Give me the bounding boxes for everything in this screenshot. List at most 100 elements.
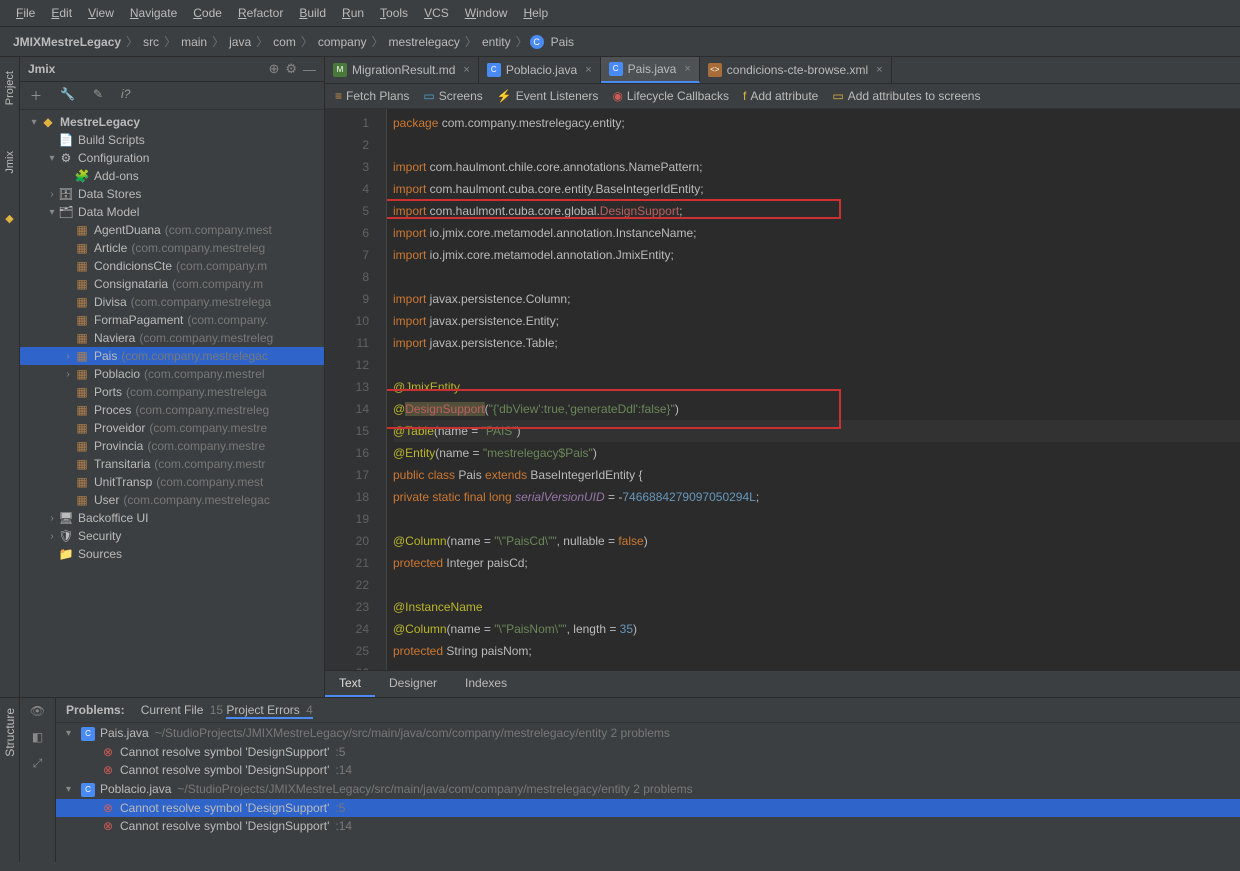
structure-tab[interactable]: Structure bbox=[1, 704, 19, 761]
tree-node-ports[interactable]: ▦Ports(com.company.mestrelega bbox=[20, 383, 324, 401]
jmix-plugin-icon: ◆ bbox=[5, 212, 13, 225]
breadcrumb-java[interactable]: java bbox=[226, 35, 254, 49]
tree-node-security[interactable]: ›🛡Security bbox=[20, 527, 324, 545]
filter-icon[interactable]: ◧ bbox=[32, 730, 43, 744]
problems-title: Problems: bbox=[66, 703, 125, 717]
tree-node-backoffice-ui[interactable]: ›🖥Backoffice UI bbox=[20, 509, 324, 527]
problem-file-row[interactable]: ▾CPoblacio.java~/StudioProjects/JMIXMest… bbox=[56, 779, 1240, 799]
menu-build[interactable]: Build bbox=[291, 3, 334, 23]
tree-node-naviera[interactable]: ▦Naviera(com.company.mestreleg bbox=[20, 329, 324, 347]
breadcrumb-main[interactable]: main bbox=[178, 35, 210, 49]
toolbar-event-listeners[interactable]: ⚡Event Listeners bbox=[497, 89, 599, 103]
jmix-panel-title: Jmix bbox=[28, 62, 262, 76]
tree-node-agentduana[interactable]: ▦AgentDuana(com.company.mest bbox=[20, 221, 324, 239]
tree-node-provincia[interactable]: ▦Provincia(com.company.mestre bbox=[20, 437, 324, 455]
problems-tab-current-file[interactable]: Current File 15 bbox=[141, 703, 223, 717]
editor-btab-text[interactable]: Text bbox=[325, 671, 375, 697]
tab-condicions-cte-browse-xml[interactable]: <>condicions-cte-browse.xml× bbox=[700, 57, 892, 83]
tree-node-formapagament[interactable]: ▦FormaPagament(com.company. bbox=[20, 311, 324, 329]
left-toolwindow-bar: Project Jmix ◆ bbox=[0, 57, 20, 697]
breadcrumb-mestrelegacy[interactable]: mestrelegacy bbox=[386, 35, 463, 49]
tree-node-build-scripts[interactable]: 📄Build Scripts bbox=[20, 131, 324, 149]
settings-icon[interactable]: ⚙ bbox=[285, 61, 297, 77]
toolbar-add-attributes-to-screens[interactable]: ▭Add attributes to screens bbox=[832, 89, 980, 103]
problem-error-row[interactable]: ⊗Cannot resolve symbol 'DesignSupport':5 bbox=[56, 799, 1240, 817]
menu-code[interactable]: Code bbox=[185, 3, 230, 23]
editor-btab-designer[interactable]: Designer bbox=[375, 671, 451, 697]
menu-vcs[interactable]: VCS bbox=[416, 3, 457, 23]
menu-window[interactable]: Window bbox=[457, 3, 516, 23]
breadcrumb-company[interactable]: company bbox=[315, 35, 370, 49]
expand-icon[interactable]: ⤢ bbox=[33, 756, 43, 771]
tab-migrationresult-md[interactable]: MMigrationResult.md× bbox=[325, 57, 479, 83]
jmix-toolbar: ＋ 🔧 ✎ i? bbox=[20, 82, 324, 110]
menu-refactor[interactable]: Refactor bbox=[230, 3, 291, 23]
tree-node-user[interactable]: ▦User(com.company.mestrelegac bbox=[20, 491, 324, 509]
problem-error-row[interactable]: ⊗Cannot resolve symbol 'DesignSupport':1… bbox=[56, 761, 1240, 779]
tree-node-transitaria[interactable]: ▦Transitaria(com.company.mestr bbox=[20, 455, 324, 473]
toolbar-add-attribute[interactable]: fAdd attribute bbox=[743, 89, 818, 103]
tab-poblacio-java[interactable]: CPoblacio.java× bbox=[479, 57, 601, 83]
tree-node-data-model[interactable]: ▾🗂Data Model bbox=[20, 203, 324, 221]
menu-view[interactable]: View bbox=[80, 3, 122, 23]
tree-node-proveidor[interactable]: ▦Proveidor(com.company.mestre bbox=[20, 419, 324, 437]
tree-node-poblacio[interactable]: ›▦Poblacio(com.company.mestrel bbox=[20, 365, 324, 383]
jmix-tree[interactable]: ▾◆ MestreLegacy 📄Build Scripts▾⚙Configur… bbox=[20, 110, 324, 697]
problems-toolbar: 👁 ◧ ⤢ bbox=[20, 698, 56, 862]
editor-area: MMigrationResult.md×CPoblacio.java×CPais… bbox=[325, 57, 1240, 697]
problem-error-row[interactable]: ⊗Cannot resolve symbol 'DesignSupport':5 bbox=[56, 743, 1240, 761]
problems-panel: Structure 👁 ◧ ⤢ Problems: Current File 1… bbox=[0, 697, 1240, 862]
breadcrumb-jmixmestrelegacy[interactable]: JMIXMestreLegacy bbox=[10, 35, 124, 49]
toolbar-fetch-plans[interactable]: ≡Fetch Plans bbox=[335, 89, 409, 103]
project-tab[interactable]: Project bbox=[2, 63, 18, 113]
fold-gutter[interactable] bbox=[373, 109, 387, 670]
help-icon[interactable]: i? bbox=[121, 87, 130, 104]
breadcrumb-pais[interactable]: Pais bbox=[548, 35, 577, 49]
wrench-icon[interactable]: 🔧 bbox=[60, 87, 75, 104]
editor-bottom-tabs: TextDesignerIndexes bbox=[325, 670, 1240, 697]
tree-root[interactable]: ▾◆ MestreLegacy bbox=[20, 113, 324, 131]
problems-tree[interactable]: ▾CPais.java~/StudioProjects/JMIXMestreLe… bbox=[56, 723, 1240, 862]
breadcrumb-com[interactable]: com bbox=[270, 35, 299, 49]
tree-node-pais[interactable]: ›▦Pais(com.company.mestrelegac bbox=[20, 347, 324, 365]
tab-pais-java[interactable]: CPais.java× bbox=[601, 57, 700, 83]
editor-btab-indexes[interactable]: Indexes bbox=[451, 671, 521, 697]
toolbar-screens[interactable]: ▭Screens bbox=[423, 89, 482, 103]
menu-run[interactable]: Run bbox=[334, 3, 372, 23]
close-icon[interactable]: × bbox=[876, 64, 882, 76]
gutter[interactable]: 1234567891011121314151617181920212223242… bbox=[325, 109, 373, 670]
tree-node-condicionscte[interactable]: ▦CondicionsCte(com.company.m bbox=[20, 257, 324, 275]
tree-node-proces[interactable]: ▦Proces(com.company.mestreleg bbox=[20, 401, 324, 419]
problem-file-row[interactable]: ▾CPais.java~/StudioProjects/JMIXMestreLe… bbox=[56, 723, 1240, 743]
magic-icon[interactable]: ✎ bbox=[93, 87, 103, 104]
hide-icon[interactable]: — bbox=[303, 62, 316, 77]
tree-node-divisa[interactable]: ▦Divisa(com.company.mestrelega bbox=[20, 293, 324, 311]
jmix-tab[interactable]: Jmix bbox=[2, 143, 18, 182]
breadcrumb-entity[interactable]: entity bbox=[479, 35, 514, 49]
tree-node-add-ons[interactable]: 🧩Add-ons bbox=[20, 167, 324, 185]
tree-node-article[interactable]: ▦Article(com.company.mestreleg bbox=[20, 239, 324, 257]
menu-file[interactable]: File bbox=[8, 3, 43, 23]
view-icon[interactable]: 👁 bbox=[30, 704, 45, 718]
jmix-editor-toolbar: ≡Fetch Plans ▭Screens ⚡Event Listeners ◉Lif… bbox=[325, 84, 1240, 109]
code-editor[interactable]: package com.company.mestrelegacy.entity;… bbox=[387, 109, 1240, 670]
breadcrumb-src[interactable]: src bbox=[140, 35, 162, 49]
problem-error-row[interactable]: ⊗Cannot resolve symbol 'DesignSupport':1… bbox=[56, 817, 1240, 835]
tree-node-data-stores[interactable]: ›🗄Data Stores bbox=[20, 185, 324, 203]
tree-node-consignataria[interactable]: ▦Consignataria(com.company.m bbox=[20, 275, 324, 293]
locate-icon[interactable]: ⊕ bbox=[268, 61, 279, 77]
close-icon[interactable]: × bbox=[684, 63, 690, 75]
jmix-panel: Jmix ⊕ ⚙ — ＋ 🔧 ✎ i? ▾◆ MestreLegacy 📄Bui… bbox=[20, 57, 325, 697]
menu-edit[interactable]: Edit bbox=[43, 3, 80, 23]
tree-node-unittransp[interactable]: ▦UnitTransp(com.company.mest bbox=[20, 473, 324, 491]
close-icon[interactable]: × bbox=[585, 64, 591, 76]
new-icon[interactable]: ＋ bbox=[30, 87, 42, 104]
menu-navigate[interactable]: Navigate bbox=[122, 3, 185, 23]
close-icon[interactable]: × bbox=[463, 64, 469, 76]
menu-help[interactable]: Help bbox=[515, 3, 556, 23]
tree-node-sources[interactable]: 📁Sources bbox=[20, 545, 324, 563]
toolbar-lifecycle-callbacks[interactable]: ◉Lifecycle Callbacks bbox=[612, 89, 729, 103]
problems-tab-project-errors[interactable]: Project Errors 4 bbox=[226, 703, 312, 719]
tree-node-configuration[interactable]: ▾⚙Configuration bbox=[20, 149, 324, 167]
menu-tools[interactable]: Tools bbox=[372, 3, 416, 23]
